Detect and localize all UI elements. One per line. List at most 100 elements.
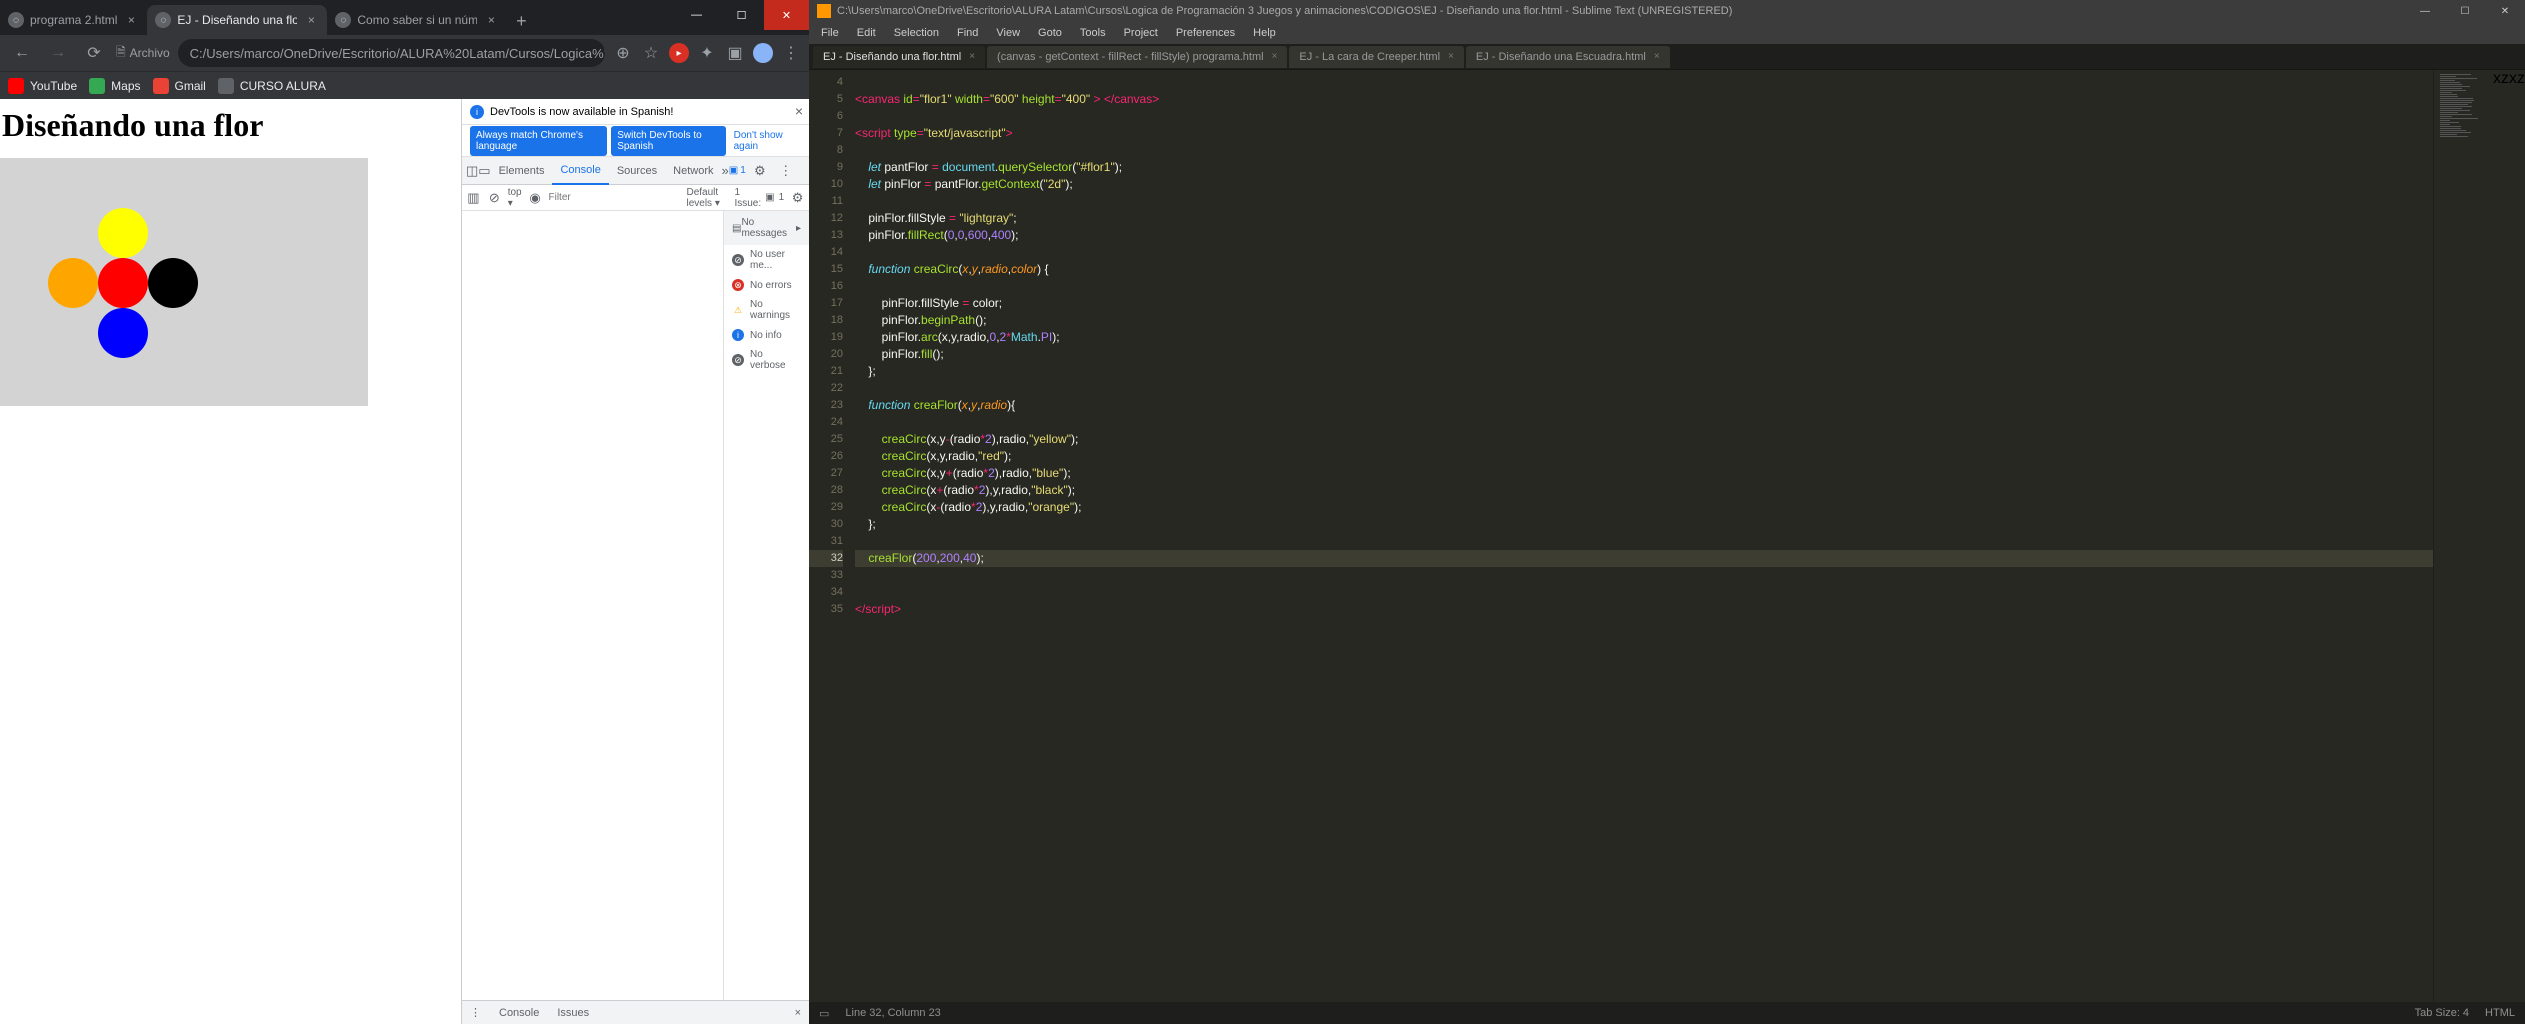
close-icon[interactable]: × [1448, 51, 1454, 62]
bookmark-item[interactable]: YouTube [8, 78, 77, 94]
translate-icon[interactable]: ⊕ [613, 43, 633, 63]
menu-preferences[interactable]: Preferences [1168, 22, 1243, 44]
inspect-icon[interactable]: ◫ [466, 159, 478, 183]
issues-indicator[interactable]: 1 Issue: ▣ 1 [734, 187, 784, 209]
device-icon[interactable]: ▭ [478, 159, 490, 183]
devtools-tab-network[interactable]: Network [665, 157, 721, 185]
file-indicator: 🗎 Archivo [116, 43, 170, 64]
editor-tab[interactable]: (canvas - getContext - fillRect - fillSt… [987, 46, 1287, 68]
levels-selector[interactable]: Default levels ▾ [686, 187, 728, 209]
console-output[interactable] [462, 211, 723, 1000]
issues-badge[interactable]: ▣ 1 [729, 165, 746, 176]
bookmark-item[interactable]: Maps [89, 78, 140, 94]
petal-red [98, 258, 148, 308]
sidebar-row[interactable]: ⊘No user me... [724, 245, 809, 275]
bookmark-item[interactable]: CURSO ALURA [218, 78, 326, 94]
menu-tools[interactable]: Tools [1072, 22, 1114, 44]
menu-edit[interactable]: Edit [849, 22, 884, 44]
kebab-icon[interactable]: ⋮ [774, 159, 798, 183]
sidebar-row[interactable]: ⊗No errors [724, 275, 809, 295]
back-button[interactable]: ← [8, 39, 36, 67]
chrome-tab[interactable]: ◌ programa 2.html × [0, 5, 147, 35]
maximize-button[interactable]: ☐ [719, 0, 764, 30]
match-language-button[interactable]: Always match Chrome's language [470, 126, 607, 156]
profile-avatar[interactable] [753, 43, 773, 63]
status-component-icon[interactable]: ▭ [819, 1007, 829, 1020]
drawer-tab-console[interactable]: Console [499, 1007, 539, 1019]
chrome-tab[interactable]: ◌ EJ - Diseñando una flor.html × [147, 5, 327, 35]
dont-show-button[interactable]: Don't show again [730, 126, 801, 156]
chrome-tab[interactable]: ◌ Como saber si un número es pa × [327, 5, 507, 35]
sidebar-header[interactable]: ▤No messages▸ [724, 211, 809, 245]
new-tab-button[interactable]: + [507, 7, 535, 35]
sublime-window: C:\Users\marco\OneDrive\Escritorio\ALURA… [809, 0, 2525, 1024]
kebab-menu-icon[interactable]: ⋮ [781, 43, 801, 63]
close-icon[interactable]: × [303, 12, 319, 28]
eye-icon[interactable]: ◉ [528, 186, 543, 210]
context-selector[interactable]: top ▾ [508, 187, 522, 209]
drawer-tab-issues[interactable]: Issues [557, 1007, 589, 1019]
switch-language-button[interactable]: Switch DevTools to Spanish [611, 126, 725, 156]
menu-file[interactable]: File [813, 22, 847, 44]
close-icon[interactable]: × [483, 12, 499, 28]
close-icon[interactable]: × [123, 12, 139, 28]
extension-icon[interactable]: ▸ [669, 43, 689, 63]
sublime-tabs: EJ - Diseñando una flor.html× (canvas - … [809, 44, 2525, 70]
page-title: Diseñando una flor [2, 107, 461, 144]
menu-goto[interactable]: Goto [1030, 22, 1070, 44]
settings-icon[interactable]: ⚙ [790, 186, 805, 210]
code-area[interactable]: <canvas id="flor1" width="600" height="4… [849, 70, 2433, 1002]
reload-button[interactable]: ⟳ [80, 39, 108, 67]
close-icon[interactable]: × [1654, 51, 1660, 62]
clear-console-icon[interactable]: ⊘ [487, 186, 502, 210]
editor-area[interactable]: 4567891011121314151617181920212223242526… [809, 70, 2525, 1002]
extension-icon[interactable]: ▣ [725, 43, 745, 63]
status-indent[interactable]: Tab Size: 4 [2415, 1007, 2469, 1019]
close-drawer-icon[interactable]: × [795, 1007, 801, 1019]
maps-icon [89, 78, 105, 94]
kebab-icon[interactable]: ⋮ [470, 1006, 481, 1019]
maximize-button[interactable]: ☐ [2445, 0, 2485, 22]
close-icon[interactable]: × [969, 51, 975, 62]
devtools-tab-console[interactable]: Console [552, 157, 608, 185]
close-icon[interactable]: × [795, 103, 803, 119]
menu-project[interactable]: Project [1116, 22, 1166, 44]
address-bar[interactable]: C:/Users/marco/OneDrive/Escritorio/ALURA… [178, 39, 605, 67]
gear-icon[interactable]: ⚙ [748, 159, 772, 183]
star-icon[interactable]: ☆ [641, 43, 661, 63]
forward-button[interactable]: → [44, 39, 72, 67]
menu-help[interactable]: Help [1245, 22, 1284, 44]
badge-count: 1 [740, 165, 746, 176]
status-syntax[interactable]: HTML [2485, 1007, 2515, 1019]
close-icon[interactable]: × [1272, 51, 1278, 62]
editor-tab[interactable]: EJ - Diseñando una Escuadra.html× [1466, 46, 1670, 68]
menu-selection[interactable]: Selection [886, 22, 947, 44]
menu-view[interactable]: View [988, 22, 1028, 44]
extensions-puzzle-icon[interactable]: ✦ [697, 43, 717, 63]
minimize-button[interactable]: — [674, 0, 719, 30]
close-window-button[interactable]: ✕ [764, 0, 809, 30]
folder-icon [218, 78, 234, 94]
info-text: DevTools is now available in Spanish! [490, 106, 673, 118]
filter-input[interactable] [548, 192, 680, 203]
devtools-tab-sources[interactable]: Sources [609, 157, 665, 185]
status-position[interactable]: Line 32, Column 23 [845, 1007, 940, 1019]
sidebar-toggle-icon[interactable]: ▥ [466, 186, 481, 210]
sidebar-row[interactable]: ⊘No verbose [724, 345, 809, 375]
editor-tab[interactable]: EJ - La cara de Creeper.html× [1289, 46, 1463, 68]
minimap[interactable] [2433, 70, 2493, 1002]
editor-tab[interactable]: EJ - Diseñando una flor.html× [813, 46, 985, 68]
bookmark-item[interactable]: Gmail [153, 78, 206, 94]
sidebar-row[interactable]: ⚠No warnings [724, 295, 809, 325]
more-panels-icon[interactable]: » [722, 159, 729, 183]
close-button[interactable]: ✕ [2485, 0, 2525, 22]
error-icon: ⊗ [732, 279, 744, 291]
minimize-button[interactable]: — [2405, 0, 2445, 22]
bookmark-label: Maps [111, 79, 140, 93]
devtools-lang-row: Always match Chrome's language Switch De… [462, 125, 809, 157]
globe-icon: ◌ [8, 12, 24, 28]
devtools-tab-elements[interactable]: Elements [491, 157, 553, 185]
sublime-title-bar: C:\Users\marco\OneDrive\Escritorio\ALURA… [809, 0, 2525, 22]
sidebar-row[interactable]: iNo info [724, 325, 809, 345]
menu-find[interactable]: Find [949, 22, 986, 44]
